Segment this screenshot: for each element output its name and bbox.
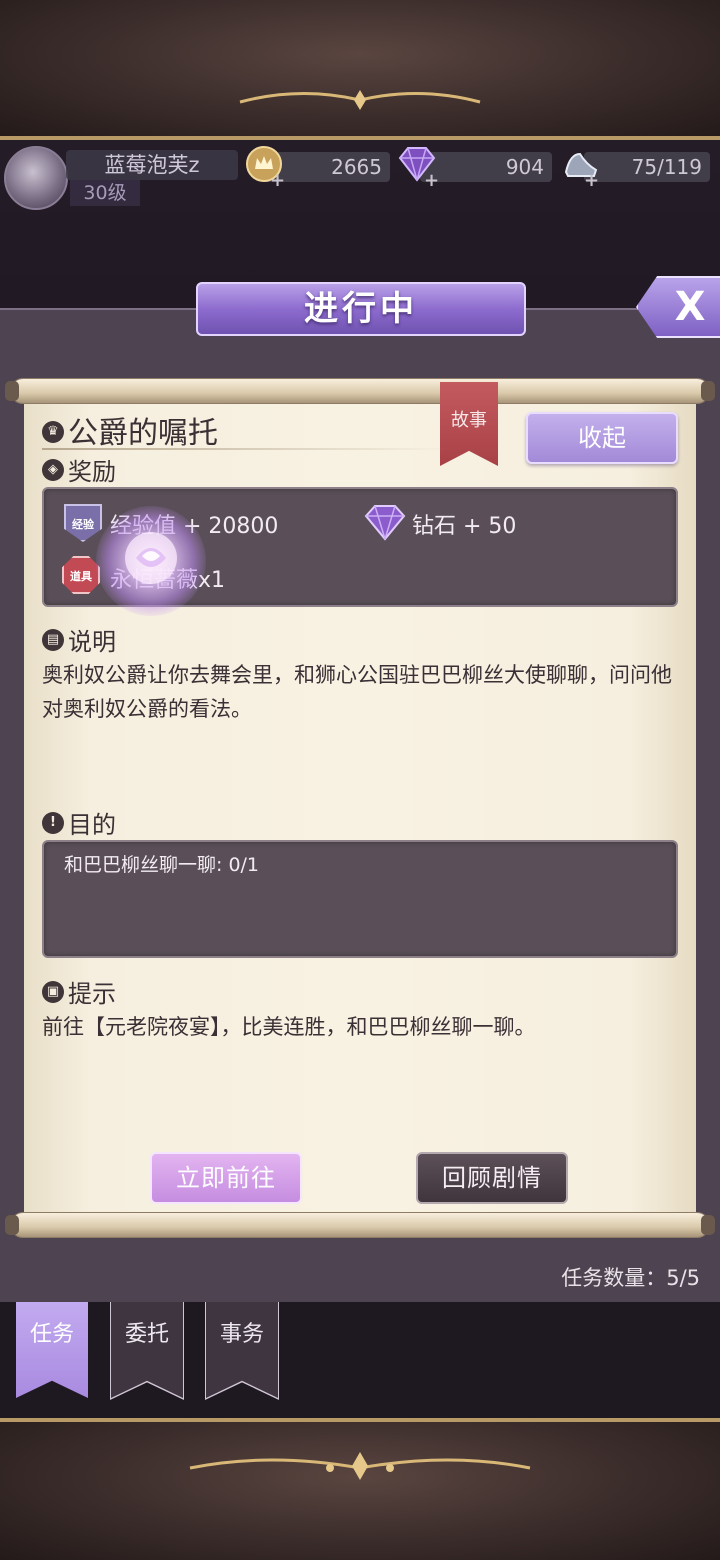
- bottom-ornament-icon: [189, 1452, 531, 1480]
- book-icon: ▤: [42, 629, 64, 651]
- tab-tasks[interactable]: 任务: [16, 1302, 88, 1398]
- player-level: 30级: [70, 180, 140, 206]
- note-icon: ▣: [42, 981, 64, 1003]
- top-frame: [0, 0, 720, 140]
- collapse-button[interactable]: 收起: [526, 412, 678, 464]
- description-heading-text: 说明: [68, 628, 116, 656]
- tab-affairs[interactable]: 事务: [206, 1302, 278, 1398]
- status-bar: 蓝莓泡芙z 30级 2665 + 904 + 75/119 +: [0, 144, 720, 214]
- bottom-frame: [0, 1418, 720, 1560]
- stamina-add-icon[interactable]: +: [584, 170, 599, 191]
- quest-title-text: 公爵的嘱托: [68, 416, 218, 451]
- panel-title: 进行中: [196, 282, 526, 336]
- description-heading: ▤ 说明: [42, 622, 116, 657]
- go-now-button[interactable]: 立即前往: [150, 1152, 302, 1204]
- goal-heading: ! 目的: [42, 805, 116, 840]
- exclamation-icon: !: [42, 812, 64, 834]
- title-divider: [42, 448, 452, 450]
- tab-commissions[interactable]: 委托: [111, 1302, 183, 1398]
- hint-heading: ▣ 提示: [42, 974, 116, 1009]
- avatar[interactable]: [4, 146, 68, 210]
- diamond-add-icon[interactable]: +: [424, 170, 439, 191]
- diamond-counter: 904: [420, 152, 552, 182]
- scroll-top-roller: [5, 378, 715, 404]
- gold-add-icon[interactable]: +: [270, 170, 285, 191]
- scroll-bottom-roller: [5, 1212, 715, 1238]
- hint-text: 前往【元老院夜宴】，比美连胜，和巴巴柳丝聊一聊。: [42, 1015, 536, 1039]
- goal-heading-text: 目的: [68, 811, 116, 839]
- player-name: 蓝莓泡芙z: [66, 150, 238, 180]
- crown-icon: ♛: [42, 420, 64, 443]
- stamina-counter: 75/119: [584, 152, 710, 182]
- hint-heading-text: 提示: [68, 980, 116, 1008]
- review-story-button[interactable]: 回顾剧情: [416, 1152, 568, 1204]
- rewards-heading: ◈ 奖励: [42, 452, 116, 487]
- gift-icon: ◈: [42, 459, 64, 481]
- quest-title: ♛ 公爵的嘱托: [42, 408, 218, 452]
- diamond-icon: [364, 505, 406, 541]
- task-count: 任务数量：5/5: [561, 1266, 700, 1290]
- top-ornament-icon: [239, 90, 481, 110]
- tab-bar: 任务 委托 事务: [0, 1302, 720, 1418]
- goal-text: 和巴巴柳丝聊一聊: 0/1: [64, 854, 260, 876]
- description-text: 奥利奴公爵让你去舞会里，和狮心公国驻巴巴柳丝大使聊聊，问问他对奥利奴公爵的看法。: [42, 663, 672, 721]
- item-tag-icon: 道具: [62, 556, 100, 594]
- rose-icon: [96, 506, 206, 616]
- reward-diamond: 钻石 + 50: [412, 514, 517, 539]
- rewards-heading-text: 奖励: [68, 458, 116, 486]
